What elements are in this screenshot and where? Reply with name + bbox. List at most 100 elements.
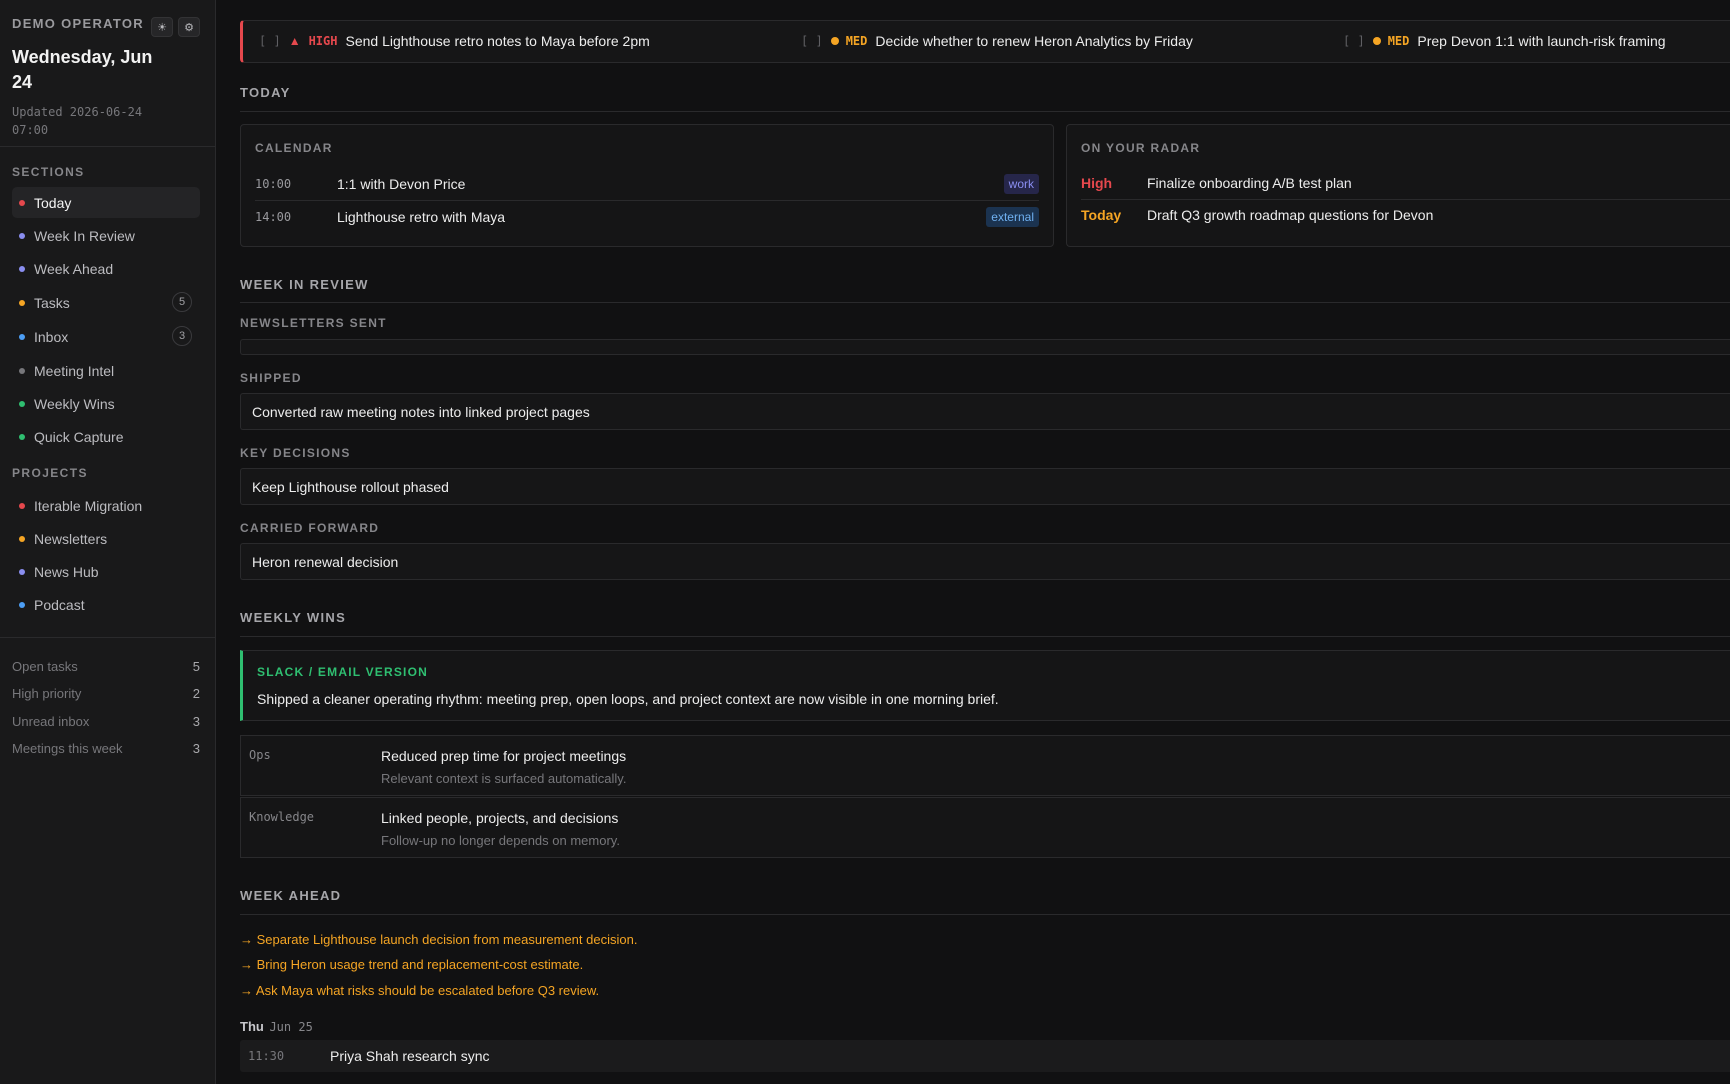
win-subtitle: Relevant context is surfaced automatical… [381, 771, 627, 786]
stat-label: Open tasks [12, 659, 78, 674]
calendar-event[interactable]: 10:00 1:1 with Devon Price work [255, 168, 1039, 200]
nav-item-week-in-review[interactable]: Week In Review [12, 220, 200, 251]
nav-label: Podcast [34, 596, 85, 613]
stat-value: 2 [192, 686, 200, 701]
event-time: 10:00 [255, 177, 292, 191]
checkbox-icon[interactable]: [ ] [801, 34, 823, 48]
section-divider [240, 111, 1730, 112]
status-dot [19, 266, 25, 272]
callout-label: SLACK / EMAIL VERSION [257, 665, 428, 679]
count-badge: 5 [172, 292, 192, 312]
nav-label: Meeting Intel [34, 362, 115, 379]
priority-task-bar: [ ] ▲ HIGH Send Lighthouse retro notes t… [240, 20, 1730, 63]
stat-label: Unread inbox [12, 714, 90, 729]
project-item-podcast[interactable]: Podcast [12, 589, 200, 620]
priority-badge: MED [1387, 34, 1410, 48]
newsletters-label: NEWSLETTERS SENT [240, 316, 387, 330]
task-item[interactable]: [ ] MED Prep Devon 1:1 with launch-risk … [1343, 33, 1666, 49]
project-item-iterable-migration[interactable]: Iterable Migration [12, 490, 200, 521]
week-ahead-item: → Bring Heron usage trend and replacemen… [240, 957, 584, 972]
nav-item-tasks[interactable]: Tasks 5 [12, 287, 200, 318]
status-dot [19, 200, 25, 206]
day-heading: Thu Jun 25 [240, 1019, 313, 1034]
projects-label: PROJECTS [12, 466, 88, 480]
task-item[interactable]: [ ] ▲ HIGH Send Lighthouse retro notes t… [259, 33, 650, 49]
status-dot [19, 434, 25, 440]
nav-item-inbox[interactable]: Inbox 3 [12, 321, 200, 352]
event-title: 1:1 with Devon Price [337, 176, 466, 192]
nav-label: Week Ahead [34, 260, 114, 277]
callout-text: Shipped a cleaner operating rhythm: meet… [257, 691, 999, 707]
task-text: Send Lighthouse retro notes to Maya befo… [345, 33, 650, 49]
day-name: Thu [240, 1019, 264, 1034]
section-title-week-in-review: WEEK IN REVIEW [240, 277, 369, 292]
stat-meetings-this-week: Meetings this week 3 [12, 741, 200, 756]
nav-item-week-ahead[interactable]: Week Ahead [12, 253, 200, 284]
carried-forward-item: Heron renewal decision [240, 543, 1730, 580]
stat-label: Meetings this week [12, 741, 123, 756]
stat-label: High priority [12, 686, 82, 701]
nav-label: Tasks [34, 294, 70, 311]
section-title-today: TODAY [240, 85, 291, 100]
section-divider [240, 914, 1730, 915]
event-title: Priya Shah research sync [330, 1048, 490, 1064]
nav-item-today[interactable]: Today [12, 187, 200, 218]
calendar-event[interactable]: 14:00 Lighthouse retro with Maya externa… [255, 201, 1039, 233]
nav-label: Quick Capture [34, 428, 124, 445]
current-date: Wednesday, Jun 24 [12, 47, 153, 92]
nav-item-quick-capture[interactable]: Quick Capture [12, 421, 200, 452]
gear-icon[interactable]: ⚙ [178, 17, 200, 37]
priority-badge: HIGH [308, 34, 338, 48]
row-divider [1081, 199, 1730, 200]
nav-label: Inbox [34, 328, 69, 345]
nav-label: Weekly Wins [34, 395, 115, 412]
nav-label: News Hub [34, 563, 99, 580]
sun-icon[interactable]: ☀ [151, 17, 173, 37]
radar-label: ON YOUR RADAR [1081, 141, 1201, 155]
radar-item[interactable]: Today Draft Q3 growth roadmap questions … [1081, 207, 1433, 223]
task-text: Decide whether to renew Heron Analytics … [875, 33, 1193, 49]
sidebar-header: DEMO OPERATOR ☀ ⚙ Wednesday, Jun 24 Upda… [0, 0, 215, 147]
week-ahead-item: → Separate Lighthouse launch decision fr… [240, 932, 638, 947]
stat-value: 3 [192, 741, 200, 756]
status-dot [19, 300, 25, 306]
upcoming-event[interactable]: 11:30 Priya Shah research sync [240, 1040, 1730, 1072]
priority-dot-icon [1372, 37, 1381, 45]
project-item-news-hub[interactable]: News Hub [12, 556, 200, 587]
count-badge: 3 [172, 326, 192, 346]
event-title: Lighthouse retro with Maya [337, 209, 506, 225]
radar-key: High [1081, 175, 1113, 191]
radar-text: Finalize onboarding A/B test plan [1147, 175, 1352, 191]
stat-high-priority: High priority 2 [12, 686, 200, 701]
win-title: Linked people, projects, and decisions [381, 810, 619, 826]
stat-open-tasks: Open tasks 5 [12, 659, 200, 674]
nav-label: Today [34, 194, 72, 211]
stat-value: 3 [192, 714, 200, 729]
task-item[interactable]: [ ] MED Decide whether to renew Heron An… [801, 33, 1193, 49]
checkbox-icon[interactable]: [ ] [1343, 34, 1365, 48]
decision-item: Keep Lighthouse rollout phased [240, 468, 1730, 505]
section-divider [240, 302, 1730, 303]
project-item-newsletters[interactable]: Newsletters [12, 523, 200, 554]
win-title: Reduced prep time for project meetings [381, 748, 627, 764]
event-time: 11:30 [248, 1049, 285, 1063]
checkbox-icon[interactable]: [ ] [259, 34, 281, 48]
calendar-card: CALENDAR 10:00 1:1 with Devon Price work… [240, 124, 1054, 247]
win-row: Knowledge Linked people, projects, and d… [240, 797, 1730, 858]
updated-timestamp: Updated 2026-06-24 07:00 [12, 105, 143, 137]
priority-dot-icon [830, 37, 839, 45]
nav-label: Newsletters [34, 530, 108, 547]
wins-callout: SLACK / EMAIL VERSION Shipped a cleaner … [240, 650, 1730, 721]
radar-item[interactable]: High Finalize onboarding A/B test plan [1081, 175, 1352, 191]
radar-text: Draft Q3 growth roadmap questions for De… [1147, 207, 1434, 223]
nav-item-weekly-wins[interactable]: Weekly Wins [12, 388, 200, 419]
win-row: Ops Reduced prep time for project meetin… [240, 735, 1730, 796]
event-time: 14:00 [255, 210, 292, 224]
win-subtitle: Follow-up no longer depends on memory. [381, 833, 620, 848]
nav-item-meeting-intel[interactable]: Meeting Intel [12, 355, 200, 386]
calendar-label: CALENDAR [255, 141, 333, 155]
day-date: Jun 25 [269, 1020, 313, 1034]
newsletters-list [240, 339, 1730, 355]
radar-card: ON YOUR RADAR High Finalize onboarding A… [1066, 124, 1730, 247]
decisions-label: KEY DECISIONS [240, 446, 351, 460]
